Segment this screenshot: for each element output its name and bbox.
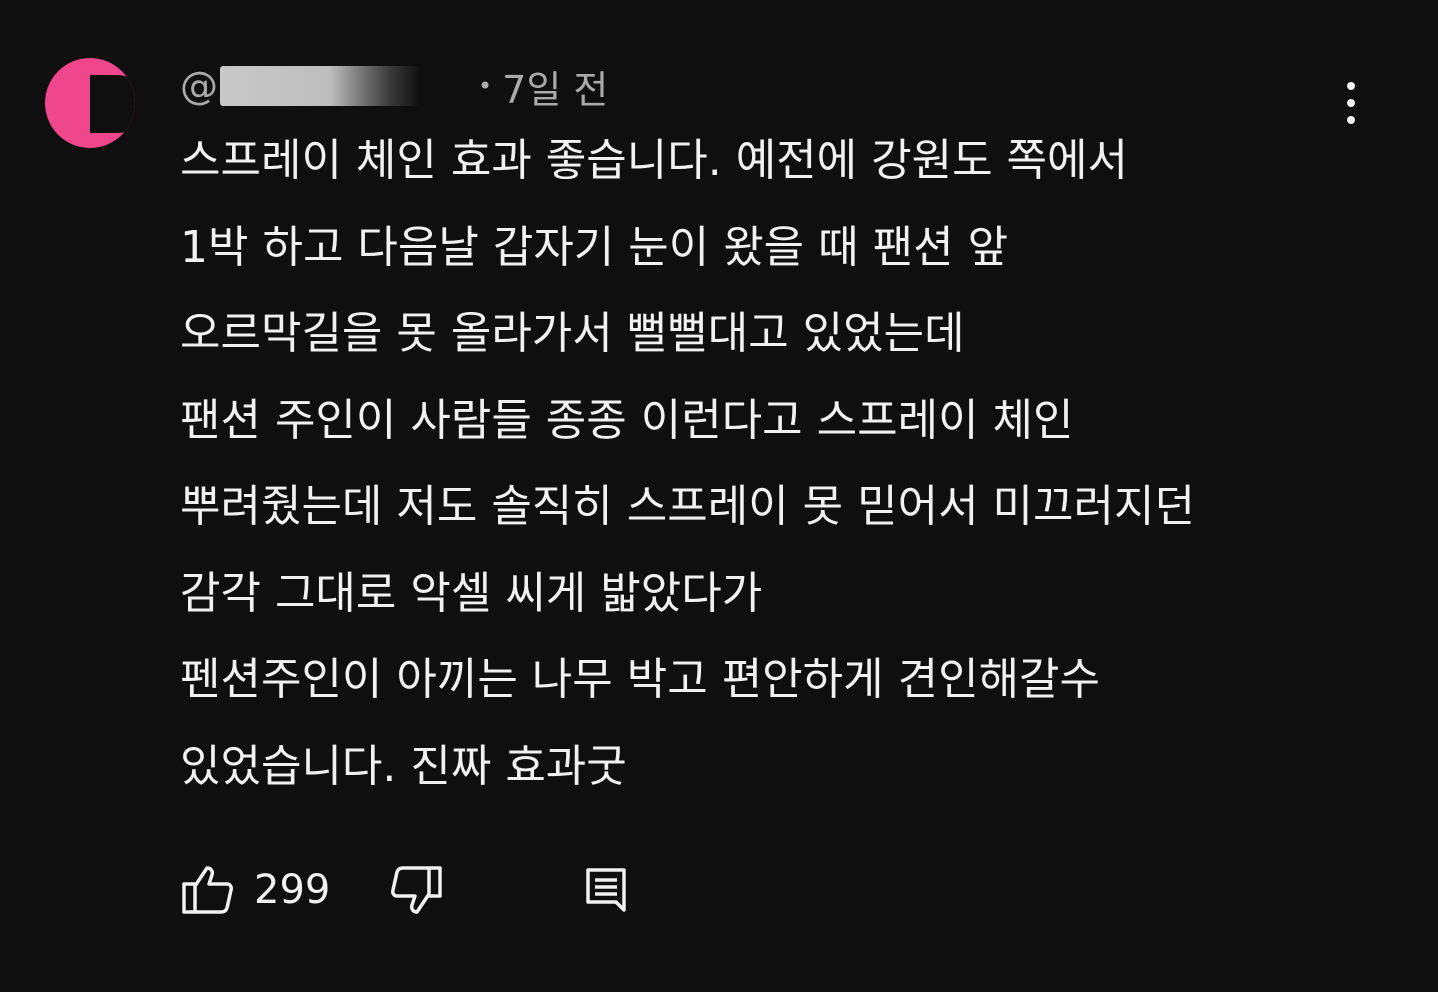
thumb-up-icon: [180, 862, 236, 918]
more-vert-icon: [1347, 82, 1355, 90]
author-handle[interactable]: @: [180, 64, 218, 108]
comment-text: 스프레이 체인 효과 좋습니다. 예전에 강원도 쪽에서 1박 하고 다음날 갑…: [180, 118, 1380, 810]
comment-line: 오르막길을 못 올라가서 뻘뻘대고 있었는데: [180, 308, 965, 359]
comment-timestamp[interactable]: 7일 전: [502, 59, 608, 114]
comment-line: 1박 하고 다음날 갑자기 눈이 왔을 때 팬션 앞: [180, 221, 1009, 273]
comment-line: 감각 그대로 악셀 씨게 밟았다가: [180, 567, 763, 619]
comment-line: 스프레이 체인 효과 좋습니다. 예전에 강원도 쪽에서: [180, 135, 1128, 186]
like-button[interactable]: 299: [180, 858, 330, 922]
more-vert-icon-dot: [1347, 99, 1355, 107]
avatar[interactable]: [45, 58, 135, 148]
comment-line: 뿌려줬는데 저도 솔직히 스프레이 못 믿어서 미끄러지던: [180, 481, 1195, 532]
reply-comment-icon: [584, 862, 628, 918]
like-count: 299: [254, 867, 331, 913]
comment-header: @ • 7일 전: [180, 58, 608, 114]
reply-button[interactable]: [584, 858, 628, 922]
comment-line: 있었습니다. 진짜 효과굿: [180, 740, 627, 792]
comment-actions: 299: [180, 858, 660, 922]
author-name-redacted[interactable]: [220, 66, 420, 106]
comment-line: 팬션 주인이 사람들 종종 이런다고 스프레이 체인: [180, 394, 1074, 446]
comment-thread: @ • 7일 전 스프레이 체인 효과 좋습니다. 예전에 강원도 쪽에서 1박…: [0, 0, 1438, 992]
thumb-down-icon: [388, 862, 444, 918]
comment-line: 펜션주인이 아끼는 나무 박고 편안하게 견인해갈수: [180, 654, 1101, 705]
timestamp-separator: •: [478, 72, 493, 100]
dislike-button[interactable]: [388, 858, 444, 922]
avatar-pattern: [90, 75, 135, 133]
